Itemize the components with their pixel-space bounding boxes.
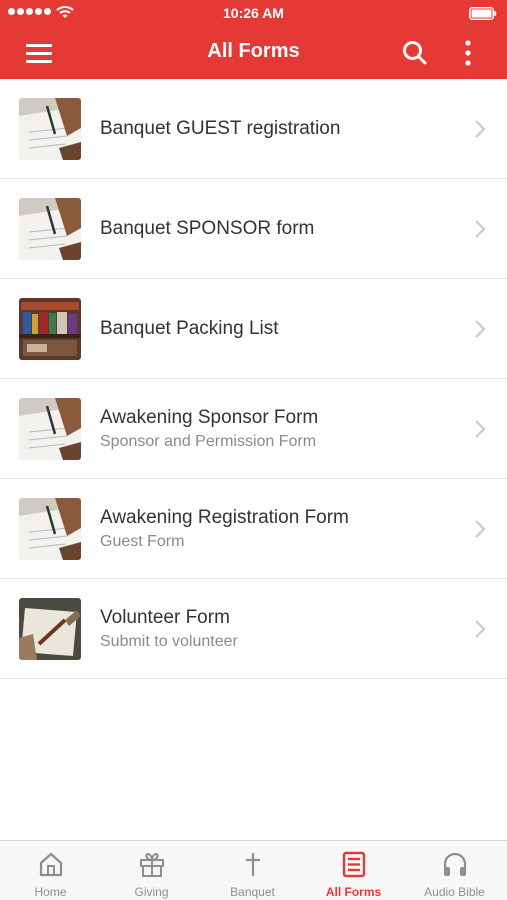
chevron-right-icon xyxy=(475,120,486,138)
form-title: Banquet SPONSOR form xyxy=(100,218,315,239)
chevron-right-icon xyxy=(475,620,486,638)
writing-hand-image xyxy=(19,98,81,160)
form-list: Banquet GUEST registration Banquet SPONS… xyxy=(0,79,507,679)
search-icon[interactable] xyxy=(400,38,430,68)
tab-label: Audio Bible xyxy=(424,885,485,899)
page-title: All Forms xyxy=(207,40,300,62)
form-title: Volunteer Form xyxy=(100,606,230,628)
cross-icon xyxy=(246,853,260,876)
tab-home[interactable]: Home xyxy=(0,841,101,900)
form-item-banquet-sponsor-form[interactable]: Banquet SPONSOR form xyxy=(0,179,507,279)
tab-audio-bible[interactable]: Audio Bible xyxy=(404,841,505,900)
more-options-icon[interactable] xyxy=(456,38,480,68)
home-icon xyxy=(39,852,63,877)
tab-all-forms[interactable]: All Forms xyxy=(303,841,404,900)
chevron-right-icon xyxy=(475,520,486,538)
tab-bar: Home Giving Banquet All Forms Audio Bibl… xyxy=(0,840,507,900)
chevron-right-icon xyxy=(475,220,486,238)
tab-label: Banquet xyxy=(230,885,275,899)
tab-label: All Forms xyxy=(325,885,382,899)
form-subtitle: Sponsor and Permission Form xyxy=(100,432,317,450)
forms-icon xyxy=(342,851,366,878)
form-title: Banquet Packing List xyxy=(100,318,279,339)
form-title: Banquet GUEST registration xyxy=(100,118,341,139)
battery-icon xyxy=(469,7,497,20)
form-item-banquet-packing-list[interactable]: Banquet Packing List xyxy=(0,279,507,379)
tab-label: Giving xyxy=(134,885,169,899)
app-bar: All Forms xyxy=(0,26,507,79)
status-time: 10:26 AM xyxy=(223,5,284,21)
chevron-right-icon xyxy=(475,320,486,338)
writing-hand-image xyxy=(19,198,81,260)
form-subtitle: Submit to volunteer xyxy=(100,632,238,650)
gift-icon xyxy=(140,852,164,877)
status-bar: 10:26 AM xyxy=(0,0,507,26)
chevron-right-icon xyxy=(475,420,486,438)
writing-hand-image xyxy=(19,398,81,460)
writing-hand-image xyxy=(19,498,81,560)
form-item-awakening-sponsor-form[interactable]: Awakening Sponsor Form Sponsor and Permi… xyxy=(0,379,507,479)
tab-giving[interactable]: Giving xyxy=(101,841,202,900)
pen-paper-image xyxy=(19,598,81,660)
books-shelf-image xyxy=(19,298,81,360)
form-item-awakening-registration-form[interactable]: Awakening Registration Form Guest Form xyxy=(0,479,507,579)
headphones-icon xyxy=(443,852,467,876)
form-item-banquet-guest-registration[interactable]: Banquet GUEST registration xyxy=(0,79,507,179)
form-title: Awakening Registration Form xyxy=(100,506,349,528)
tab-label: Home xyxy=(34,885,67,899)
form-subtitle: Guest Form xyxy=(100,532,185,550)
tab-banquet[interactable]: Banquet xyxy=(202,841,303,900)
form-item-volunteer-form[interactable]: Volunteer Form Submit to volunteer xyxy=(0,579,507,679)
form-title: Awakening Sponsor Form xyxy=(100,406,319,428)
